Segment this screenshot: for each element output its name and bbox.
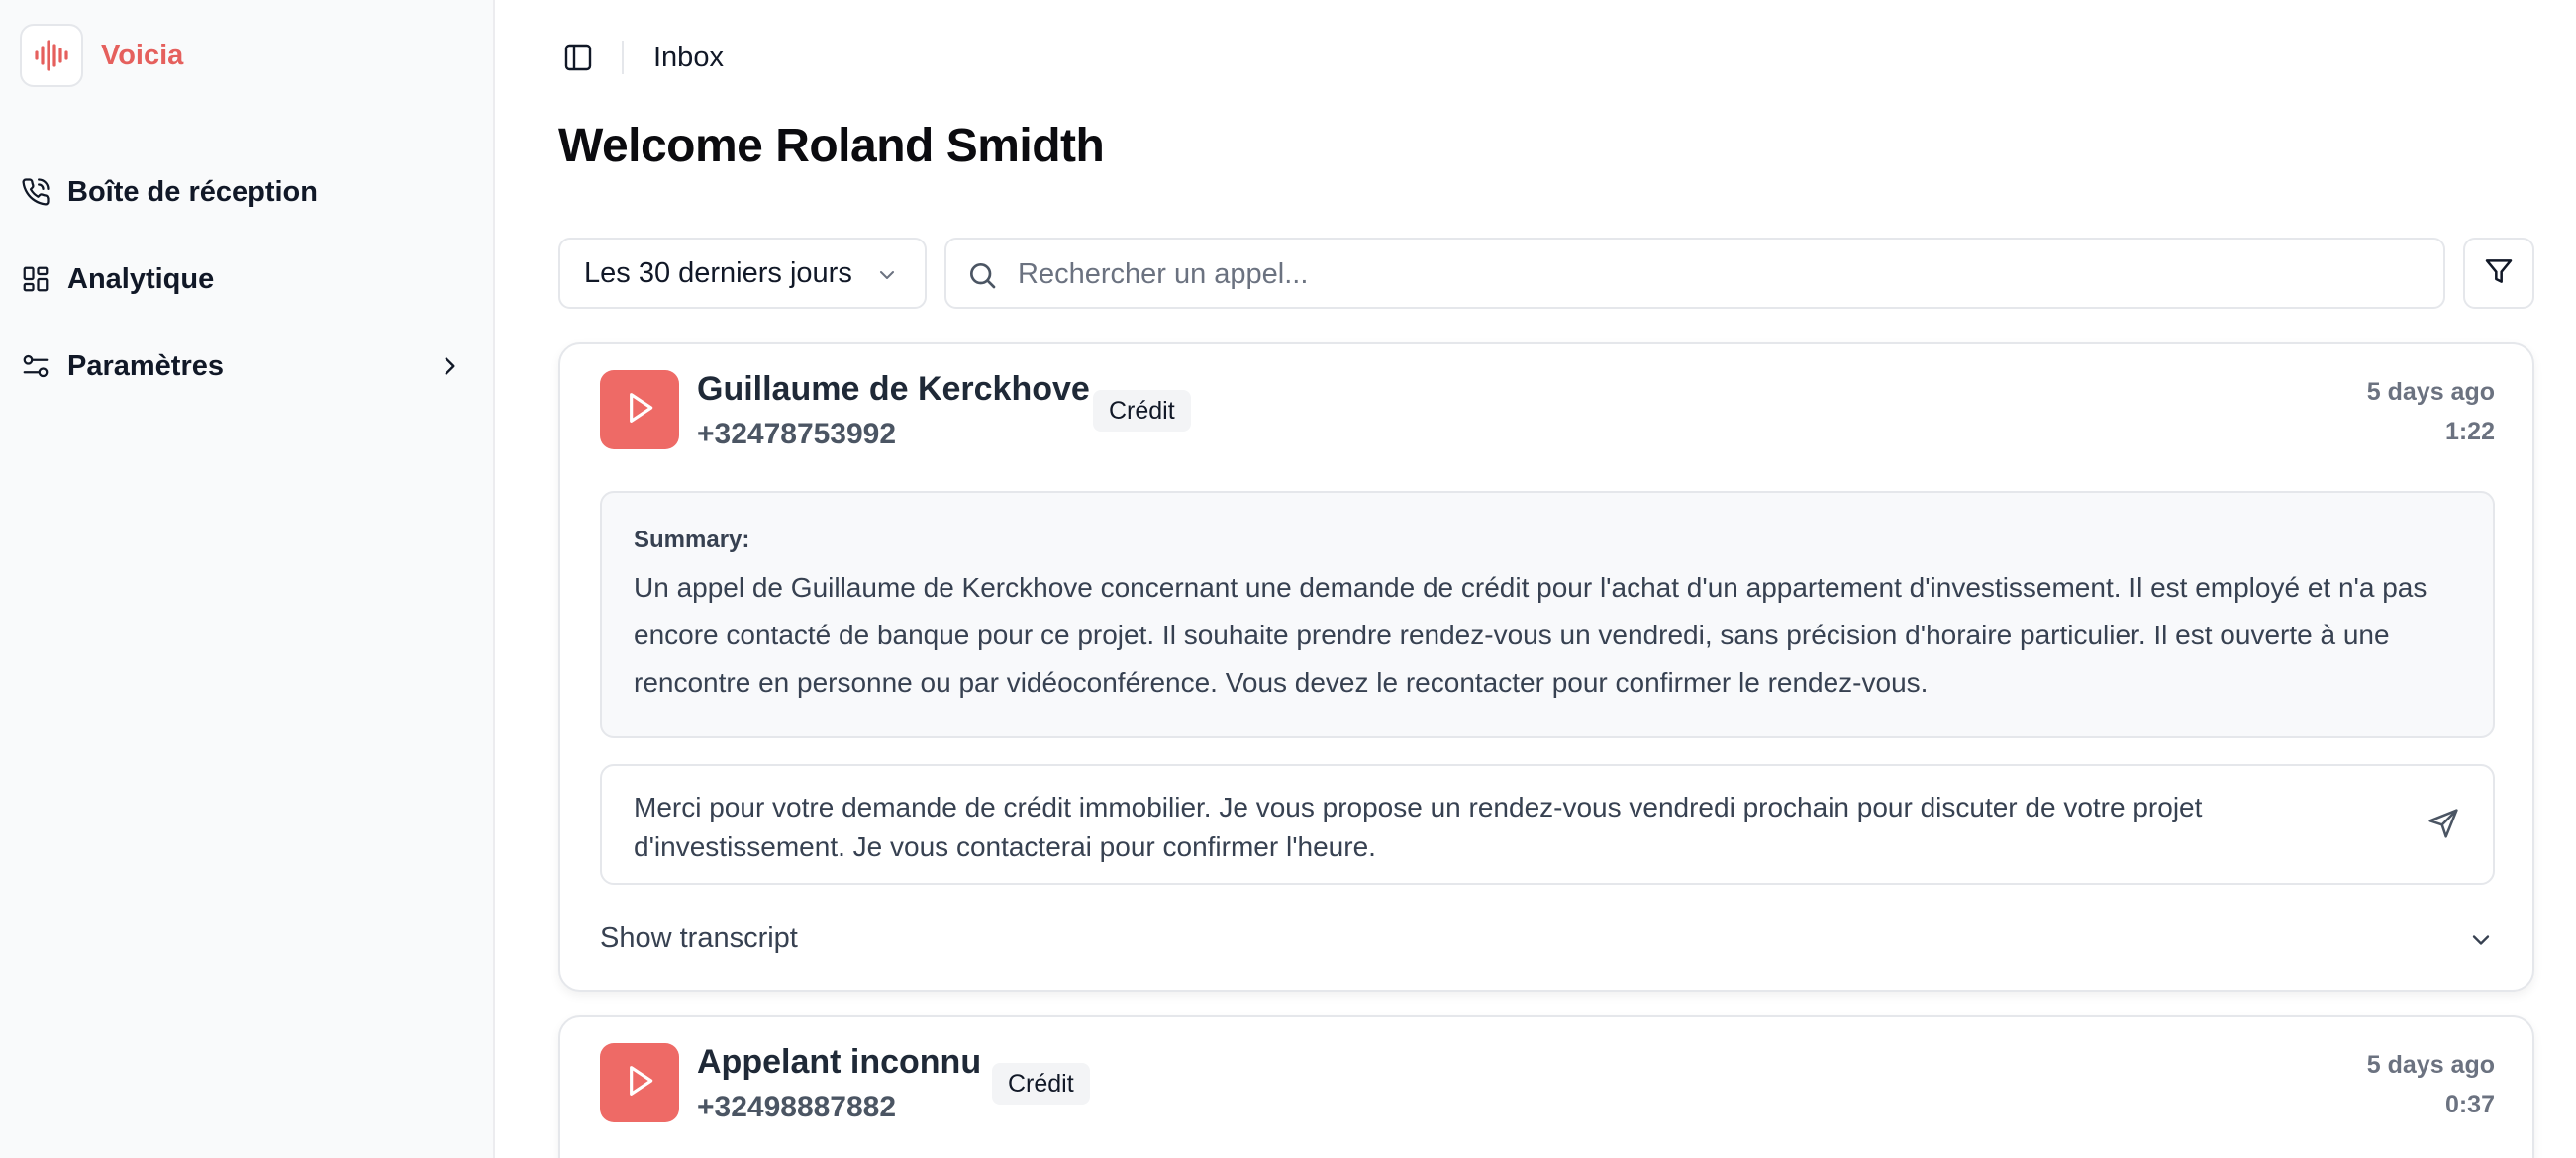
summary-text: Un appel de Guillaume de Kerckhove conce…	[634, 572, 2427, 698]
chevron-down-icon	[875, 263, 899, 292]
sidebar-item-label: Paramètres	[67, 349, 224, 382]
topbar: Inbox	[556, 34, 724, 81]
search-icon	[966, 259, 998, 296]
filter-button[interactable]	[2463, 238, 2534, 309]
date-range-select[interactable]: Les 30 derniers jours	[558, 238, 927, 309]
reply-text[interactable]: Merci pour votre demande de crédit immob…	[634, 788, 2376, 867]
brand[interactable]: Voicia	[20, 24, 183, 87]
call-duration: 0:37	[2444, 1091, 2495, 1118]
audio-waveform-icon	[20, 24, 83, 87]
chevron-right-icon	[434, 350, 465, 382]
sidebar-item-settings[interactable]: Paramètres	[20, 323, 465, 410]
filters-bar: Les 30 derniers jours	[558, 238, 2534, 309]
sidebar-toggle-icon[interactable]	[556, 36, 600, 79]
sidebar: Voicia Boîte de réception Analytique Par…	[0, 0, 495, 1158]
layout-dashboard-icon	[20, 263, 51, 295]
search-box	[944, 238, 2445, 309]
play-icon	[620, 388, 659, 433]
sidebar-item-analytics[interactable]: Analytique	[20, 236, 465, 323]
phone-call-icon	[20, 176, 51, 208]
caller-name: Guillaume de Kerckhove	[697, 370, 1090, 408]
breadcrumb: Inbox	[653, 41, 724, 73]
play-icon	[620, 1061, 659, 1106]
send-button[interactable]	[2424, 806, 2463, 845]
summary-label: Summary:	[634, 527, 750, 553]
send-icon	[2427, 808, 2459, 844]
category-badge: Crédit	[1093, 390, 1191, 432]
caller-phone: +32498887882	[697, 1091, 897, 1123]
caller-name: Appelant inconnu	[697, 1043, 982, 1081]
chevron-down-icon	[2467, 926, 2495, 959]
main-content: Inbox Welcome Roland Smidth Les 30 derni…	[497, 0, 2576, 1158]
sidebar-item-inbox[interactable]: Boîte de réception	[20, 148, 465, 236]
call-card: Guillaume de Kerckhove +32478753992 Créd…	[558, 342, 2534, 992]
call-card: Appelant inconnu +32498887882 Crédit 5 d…	[558, 1015, 2534, 1158]
play-button[interactable]	[600, 1043, 679, 1122]
brand-name: Voicia	[101, 39, 184, 71]
reply-field[interactable]: Merci pour votre demande de crédit immob…	[600, 764, 2495, 885]
date-range-value: Les 30 derniers jours	[584, 256, 852, 289]
sidebar-item-label: Analytique	[67, 262, 215, 295]
play-button[interactable]	[600, 370, 679, 449]
call-time: 5 days ago	[2366, 1051, 2495, 1079]
search-input[interactable]	[1018, 249, 2424, 299]
summary-panel: Summary: Un appel de Guillaume de Kerckh…	[600, 491, 2495, 738]
category-badge: Crédit	[992, 1063, 1090, 1105]
call-time: 5 days ago	[2366, 378, 2495, 406]
call-duration: 1:22	[2444, 418, 2495, 445]
sidebar-item-label: Boîte de réception	[67, 175, 318, 208]
transcript-label: Show transcript	[600, 922, 798, 954]
settings-sliders-icon	[20, 350, 51, 382]
caller-phone: +32478753992	[697, 418, 897, 450]
show-transcript-toggle[interactable]: Show transcript	[600, 918, 2495, 962]
sidebar-nav: Boîte de réception Analytique Paramètres	[20, 148, 465, 410]
funnel-icon	[2483, 255, 2515, 292]
page-title: Welcome Roland Smidth	[558, 120, 1105, 172]
topbar-divider	[622, 41, 624, 74]
